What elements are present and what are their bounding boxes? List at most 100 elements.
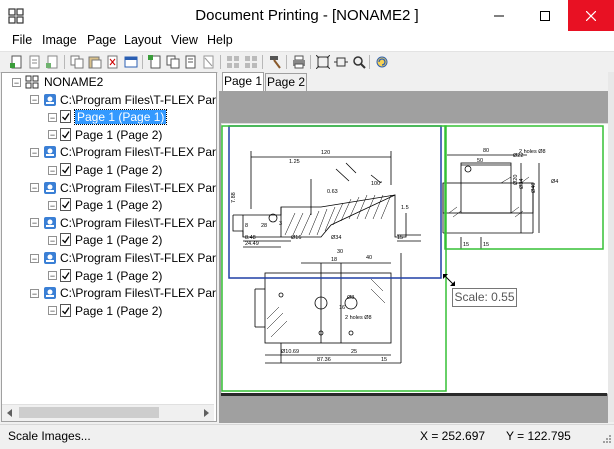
tab-page-1[interactable]: Page 1 — [222, 72, 264, 91]
dimension-label: 15 — [483, 242, 489, 248]
menu-view[interactable]: View — [171, 33, 198, 47]
hammer-icon — [269, 55, 281, 69]
dimension-label: Ø34 — [519, 179, 525, 189]
auto-arrange-icon — [244, 55, 257, 68]
page-properties-button[interactable] — [182, 53, 199, 70]
page-new-button[interactable] — [146, 53, 163, 70]
dimension-label: 1.25 — [289, 159, 300, 165]
minimize-button[interactable] — [476, 0, 522, 31]
dimension-label: 15 — [463, 242, 469, 248]
open-document-icon — [29, 55, 39, 68]
refresh-icon — [376, 56, 387, 67]
dimension-label: 50 — [477, 158, 483, 164]
dimension-label: 40 — [366, 255, 372, 261]
resize-handle-icon[interactable] — [443, 274, 455, 286]
dimension-label: 80 — [483, 148, 489, 154]
paste-button[interactable] — [86, 53, 103, 70]
part-outline — [232, 194, 407, 238]
settings-tool-button[interactable] — [266, 53, 283, 70]
new-document-icon — [9, 55, 21, 68]
fit-width-icon — [333, 57, 348, 66]
dimension-label: Ø10.69 — [281, 349, 299, 355]
menu-file[interactable]: File — [12, 33, 32, 47]
dimension-label: Ø4 — [551, 179, 558, 185]
minimize-icon — [494, 15, 504, 16]
page-delete-icon — [203, 55, 213, 68]
dimension-label: 15 — [397, 235, 403, 241]
magnifier-icon — [352, 55, 366, 69]
dimension-label: 2 holes Ø8 — [345, 315, 372, 321]
toolbar-separator — [262, 55, 263, 69]
scroll-thumb[interactable] — [19, 407, 159, 418]
scroll-left-icon — [7, 409, 12, 417]
paste-icon — [88, 56, 101, 68]
dimension-label: 100° — [371, 181, 382, 187]
add-page-icon — [45, 55, 57, 68]
dimension-label: 3 — [279, 221, 282, 227]
arrange-grid-button[interactable] — [224, 53, 241, 70]
dimension-label: Ø40 — [531, 183, 537, 193]
delete-page-icon — [107, 55, 117, 68]
tab-page-2[interactable]: Page 2 — [265, 73, 307, 91]
dimension-label: 1.5 — [401, 205, 409, 211]
document-tree[interactable]: − NONAME2− C:\Program Files\T-FLEX Parar − P… — [1, 72, 217, 422]
properties-button[interactable] — [122, 53, 139, 70]
print-button[interactable] — [290, 53, 307, 70]
copy-icon — [70, 55, 83, 68]
vertical-scrollbar[interactable] — [608, 72, 614, 422]
dimension-label: 24.49 — [245, 241, 259, 247]
status-y-coordinate: Y = 122.795 — [506, 429, 571, 443]
zoom-button[interactable] — [350, 53, 367, 70]
dimension-label: 30 — [337, 249, 343, 255]
toolbar-separator — [310, 55, 311, 69]
maximize-button[interactable] — [522, 0, 568, 31]
page-delete-button[interactable] — [200, 53, 217, 70]
tree-horizontal-scrollbar[interactable] — [2, 404, 214, 421]
toolbar-separator — [286, 55, 287, 69]
toolbar-separator — [220, 55, 221, 69]
properties-icon — [124, 56, 137, 67]
page-properties-icon — [185, 55, 195, 68]
paper-shadow — [221, 393, 607, 396]
dimension-label: 2 holes Ø8 — [519, 149, 546, 155]
dimension-label: 18 — [331, 257, 337, 263]
dimension-label: Ø8 — [347, 295, 354, 301]
selected-image-frame[interactable] — [228, 125, 442, 279]
toolbar-separator — [369, 55, 370, 69]
dimension-label: 87.36 — [317, 357, 331, 363]
dimension-label: 15 — [381, 357, 387, 363]
close-button[interactable] — [568, 0, 614, 31]
technical-drawing: 1201.250.63100°7.888 28 38.4824.49Ø16 Ø34 15… — [221, 125, 604, 392]
dimension-label: Ø16 — [291, 235, 301, 241]
dimension-label: 25 — [351, 349, 357, 355]
fit-page-button[interactable] — [314, 53, 331, 70]
grid-arrange-icon — [226, 55, 239, 68]
status-message: Scale Images... — [8, 429, 91, 443]
page-new-icon — [147, 54, 160, 68]
toolbar-separator — [64, 55, 65, 69]
status-x-coordinate: X = 252.697 — [420, 429, 486, 443]
dimension-label: 0.63 — [327, 189, 338, 195]
menu-help[interactable]: Help — [207, 33, 233, 47]
fit-page-icon — [315, 54, 330, 69]
menu-page[interactable]: Page — [87, 33, 116, 47]
dimension-label: Ø34 — [331, 235, 341, 241]
arrange-auto-button[interactable] — [242, 53, 259, 70]
copy-button[interactable] — [68, 53, 85, 70]
scroll-right-icon — [204, 409, 209, 417]
menu-image[interactable]: Image — [42, 33, 77, 47]
refresh-button[interactable] — [373, 53, 390, 70]
add-page-button[interactable] — [44, 53, 61, 70]
dimension-label: 7.88 — [231, 192, 237, 203]
menu-layout[interactable]: Layout — [124, 33, 162, 47]
page-copy-button[interactable] — [164, 53, 181, 70]
delete-page-button[interactable] — [104, 53, 121, 70]
size-grip-icon[interactable] — [600, 434, 612, 446]
maximize-icon — [540, 10, 550, 21]
new-document-button[interactable] — [8, 53, 25, 70]
open-document-button[interactable] — [26, 53, 43, 70]
dimension-label: 120 — [321, 150, 330, 156]
scale-tooltip: Scale: 0.55 — [452, 288, 517, 307]
fit-width-button[interactable] — [332, 53, 349, 70]
page-copy-icon — [166, 55, 179, 68]
